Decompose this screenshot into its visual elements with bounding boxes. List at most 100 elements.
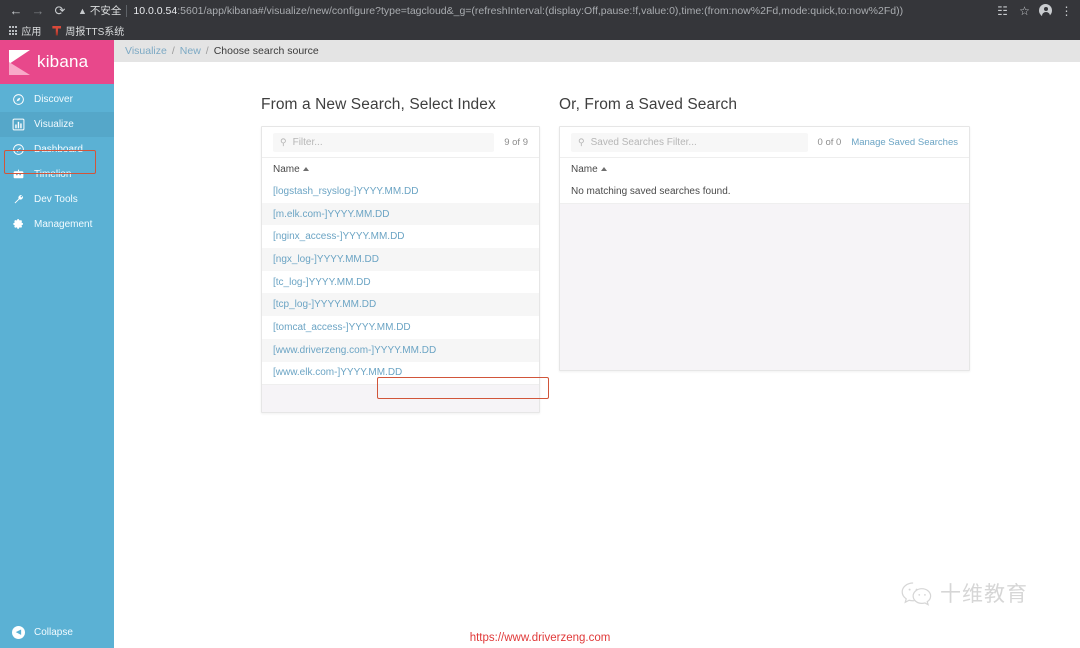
- sort-ascending-caret: [302, 167, 309, 171]
- sidebar-item-management-label: Management: [34, 219, 93, 230]
- saved-search-filter-box[interactable]: ⚲: [571, 132, 808, 152]
- sidebar-item-dashboard[interactable]: Dashboard: [0, 137, 114, 162]
- saved-search-column-header[interactable]: Name: [560, 157, 969, 180]
- index-pattern-link[interactable]: [ngx_log-]YYYY.MM.DD: [273, 254, 379, 265]
- footer-site-url: https://www.driverzeng.com: [469, 632, 611, 644]
- bookmark-apps[interactable]: 应用: [9, 23, 41, 38]
- saved-search-pane-title: Or, From a Saved Search: [559, 96, 738, 113]
- index-pattern-link[interactable]: [nginx_access-]YYYY.MM.DD: [273, 231, 405, 242]
- dashboard-clock-icon: [12, 143, 25, 156]
- index-column-header[interactable]: Name: [262, 157, 539, 180]
- list-item-highlighted[interactable]: [www.driverzeng.com-]YYYY.MM.DD: [262, 338, 539, 362]
- index-list-footer: [262, 384, 539, 413]
- not-secure-warning-label: 不安全: [89, 5, 122, 17]
- index-filter-search-box[interactable]: ⚲: [273, 132, 495, 152]
- bookmark-apps-label: 应用: [21, 27, 42, 38]
- global-nav-sidebar: kibana Discover Visualize Dashboard Time…: [0, 40, 114, 648]
- index-pattern-link[interactable]: [www.elk.com-]YYYY.MM.DD: [273, 367, 402, 378]
- saved-search-empty-message: No matching saved searches found.: [571, 185, 731, 197]
- not-secure-warning-icon: ▲: [78, 5, 87, 16]
- timelion-icon: [12, 168, 25, 181]
- new-search-pane-title: From a New Search, Select Index: [261, 96, 496, 113]
- bookmark-bar: 应用 周报TTS系统: [0, 21, 1080, 40]
- sidebar-collapse-button[interactable]: ◀ Collapse: [0, 626, 73, 639]
- url-path: :5601/app/kibana#/visualize/new/configur…: [177, 4, 904, 17]
- sidebar-item-timelion[interactable]: Timelion: [0, 162, 114, 187]
- reload-icon[interactable]: ⟳: [50, 2, 70, 20]
- sidebar-nav-list: Discover Visualize Dashboard Timelion De…: [0, 84, 114, 237]
- gear-icon: [12, 218, 25, 231]
- index-pattern-link[interactable]: [m.elk.com-]YYYY.MM.DD: [273, 209, 390, 220]
- index-pattern-link[interactable]: [tomcat_access-]YYYY.MM.DD: [273, 322, 411, 333]
- list-item[interactable]: [m.elk.com-]YYYY.MM.DD: [262, 202, 539, 226]
- index-pattern-link[interactable]: [tcp_log-]YYYY.MM.DD: [273, 299, 376, 310]
- sidebar-item-dashboard-label: Dashboard: [34, 144, 83, 155]
- address-bar[interactable]: ▲ 不安全 10.0.0.54:5601/app/kibana#/visuali…: [78, 1, 985, 20]
- back-arrow-icon[interactable]: ←: [6, 2, 26, 20]
- browser-chrome: ← → ⟳ ▲ 不安全 10.0.0.54:5601/app/kibana#/v…: [0, 0, 1080, 40]
- kibana-logo[interactable]: kibana: [0, 40, 114, 84]
- list-item[interactable]: [ngx_log-]YYYY.MM.DD: [262, 248, 539, 271]
- chrome-menu-icon[interactable]: ⋮: [1059, 3, 1074, 18]
- apps-grid-icon: [9, 26, 18, 35]
- bookmark-tts-label: 周报TTS系统: [65, 27, 125, 38]
- list-item[interactable]: [tcp_log-]YYYY.MM.DD: [262, 293, 539, 317]
- translate-icon[interactable]: ☷: [995, 3, 1010, 18]
- breadcrumb-item-new[interactable]: New: [180, 45, 201, 57]
- saved-search-column-header-label: Name: [571, 163, 598, 175]
- list-item[interactable]: [logstash_rsyslog-]YYYY.MM.DD: [262, 180, 539, 203]
- wechat-chat-icon: [900, 580, 935, 607]
- index-pattern-card: ⚲ 9 of 9 Name [logstash_rsyslog-]YYYY.MM…: [261, 126, 540, 414]
- saved-search-filter-toolbar: ⚲ 0 of 0 Manage Saved Searches: [560, 127, 969, 157]
- watermark-text: 十维教育: [940, 582, 1028, 606]
- saved-search-filter-input[interactable]: [590, 136, 801, 148]
- search-icon: ⚲: [280, 136, 287, 147]
- browser-nav-row: ← → ⟳ ▲ 不安全 10.0.0.54:5601/app/kibana#/v…: [0, 0, 1080, 21]
- index-pattern-link[interactable]: [www.driverzeng.com-]YYYY.MM.DD: [273, 345, 436, 356]
- watermark: 十维教育: [900, 578, 1028, 608]
- main-content: Visualize / New / Choose search source F…: [114, 40, 1080, 648]
- sidebar-item-management[interactable]: Management: [0, 212, 114, 237]
- wrench-icon: [12, 193, 25, 206]
- forward-arrow-icon[interactable]: →: [28, 2, 48, 20]
- breadcrumb-separator: /: [171, 45, 175, 57]
- saved-search-count-label: 0 of 0: [817, 136, 842, 148]
- sidebar-item-timelion-label: Timelion: [34, 169, 72, 180]
- index-filter-toolbar: ⚲ 9 of 9: [262, 127, 539, 157]
- bar-chart-icon: [12, 118, 25, 131]
- list-item[interactable]: [tomcat_access-]YYYY.MM.DD: [262, 316, 539, 339]
- saved-search-list-footer: [560, 202, 969, 370]
- bookmark-tts-system[interactable]: 周报TTS系统: [52, 23, 124, 38]
- index-pattern-link[interactable]: [logstash_rsyslog-]YYYY.MM.DD: [273, 186, 418, 197]
- list-item[interactable]: [www.elk.com-]YYYY.MM.DD: [262, 362, 539, 385]
- new-search-pane: From a New Search, Select Index ⚲ 9 of 9…: [261, 96, 540, 414]
- kibana-mark-icon: [9, 49, 30, 75]
- breadcrumb-item-visualize[interactable]: Visualize: [125, 45, 167, 57]
- sort-ascending-caret: [600, 167, 607, 171]
- bookmark-star-icon[interactable]: ☆: [1017, 3, 1032, 18]
- list-item[interactable]: [tc_log-]YYYY.MM.DD: [262, 271, 539, 294]
- index-filter-input[interactable]: [292, 136, 488, 148]
- kibana-wordmark: kibana: [37, 52, 89, 71]
- profile-avatar-icon[interactable]: [1039, 4, 1052, 17]
- choose-search-source-panes: From a New Search, Select Index ⚲ 9 of 9…: [114, 62, 1080, 648]
- search-icon: ⚲: [578, 136, 585, 147]
- sidebar-item-visualize[interactable]: Visualize: [0, 112, 114, 137]
- sidebar-item-discover[interactable]: Discover: [0, 87, 114, 112]
- saved-search-empty-state: No matching saved searches found.: [560, 180, 969, 203]
- saved-search-card: ⚲ 0 of 0 Manage Saved Searches Name No m…: [559, 126, 970, 371]
- saved-search-pane: Or, From a Saved Search ⚲ 0 of 0 Manage …: [559, 96, 970, 371]
- list-item[interactable]: [nginx_access-]YYYY.MM.DD: [262, 225, 539, 248]
- breadcrumb: Visualize / New / Choose search source: [114, 40, 1080, 62]
- sidebar-collapse-label: Collapse: [34, 627, 73, 638]
- sidebar-item-dev-tools[interactable]: Dev Tools: [0, 187, 114, 212]
- compass-icon: [12, 93, 25, 106]
- index-pattern-link[interactable]: [tc_log-]YYYY.MM.DD: [273, 277, 371, 288]
- sidebar-item-visualize-label: Visualize: [34, 119, 74, 130]
- browser-toolbar-icons: ☷ ☆ ⋮: [987, 3, 1074, 18]
- breadcrumb-separator: /: [205, 45, 209, 57]
- kibana-app: kibana Discover Visualize Dashboard Time…: [0, 40, 1080, 648]
- index-count-label: 9 of 9: [504, 136, 528, 148]
- manage-saved-searches-link[interactable]: Manage Saved Searches: [851, 137, 958, 148]
- tts-app-icon: [52, 25, 62, 36]
